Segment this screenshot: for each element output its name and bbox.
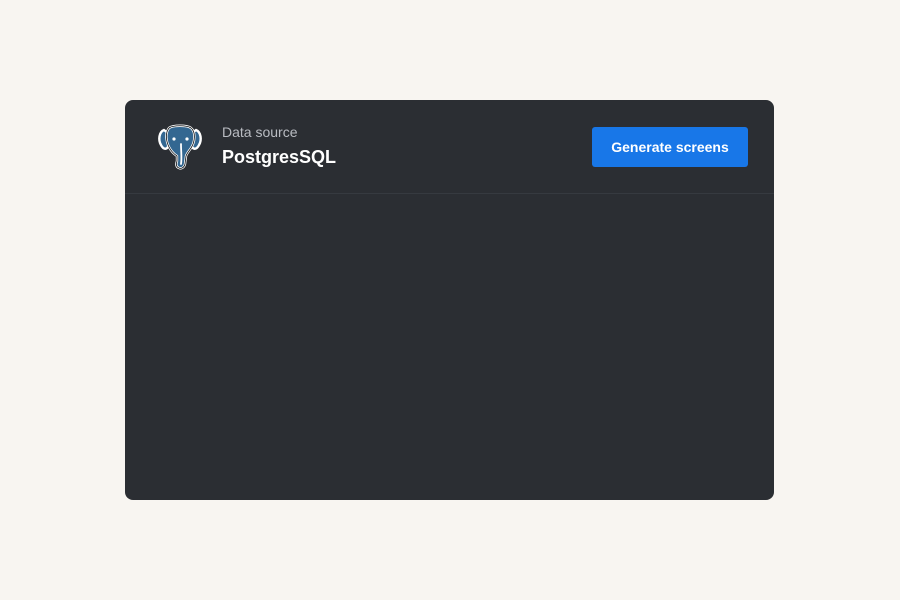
data-source-card: Data source PostgresSQL Generate screens <box>125 100 774 500</box>
postgresql-elephant-icon <box>157 124 203 171</box>
card-body <box>125 194 774 500</box>
data-source-label: Data source <box>222 124 298 140</box>
data-source-name: PostgresSQL <box>222 147 337 167</box>
card-header: Data source PostgresSQL Generate screens <box>125 100 774 194</box>
data-source-titles: Data source PostgresSQL <box>222 123 336 168</box>
generate-screens-button[interactable]: Generate screens <box>592 127 748 167</box>
